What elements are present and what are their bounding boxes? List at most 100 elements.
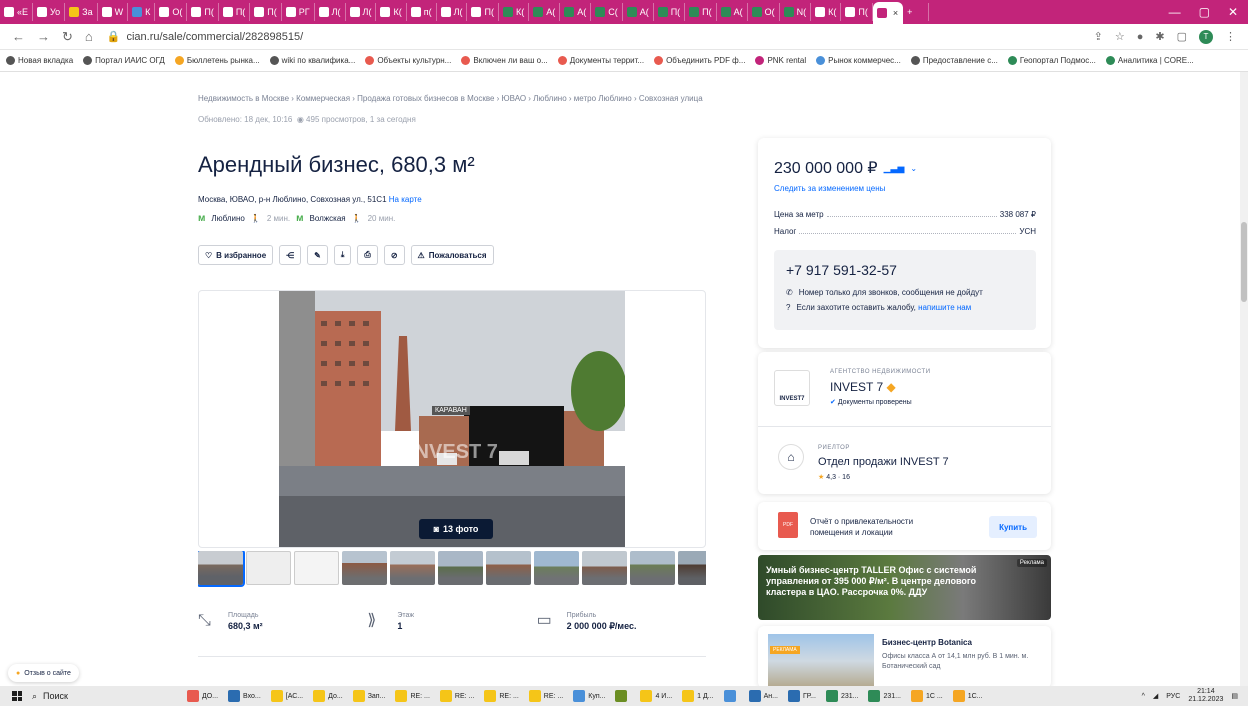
taskbar-app[interactable]: ДО... <box>182 687 223 705</box>
browser-tab[interactable]: А( <box>623 3 654 21</box>
download-button[interactable]: ⤓ <box>333 245 352 265</box>
url-field[interactable]: 🔒 cian.ru/sale/commercial/282898515/ <box>107 30 1094 44</box>
network-icon[interactable]: ◢ <box>1153 692 1158 700</box>
favorite-button[interactable]: ♡ В избранное <box>198 245 274 265</box>
browser-tab[interactable]: К( <box>811 3 842 21</box>
taskbar-app[interactable]: До... <box>308 687 348 705</box>
browser-tab[interactable]: П( <box>467 3 499 21</box>
main-photo[interactable]: КАРАВАН INVEST 7 ◙ 13 фото <box>198 290 706 548</box>
scrollbar-thumb[interactable] <box>1241 222 1247 302</box>
taskbar-app[interactable] <box>610 687 635 705</box>
bookmark-item[interactable]: Бюллетень рынка... <box>174 56 260 66</box>
minimize-icon[interactable]: — <box>1169 5 1181 19</box>
browser-tab[interactable]: «Е <box>0 3 34 21</box>
ad-banner[interactable]: Умный бизнес-центр TALLER Офис с системо… <box>758 555 1051 620</box>
print-button[interactable]: ⎙ <box>357 245 378 265</box>
taskbar-app[interactable]: 231... <box>821 687 864 705</box>
star-icon[interactable]: ☆ <box>1115 30 1125 43</box>
hide-button[interactable]: ⊘ <box>383 245 405 265</box>
close-icon[interactable]: ✕ <box>1228 5 1238 19</box>
buy-report-button[interactable]: Купить <box>989 516 1037 538</box>
taskbar-app[interactable]: RE: ... <box>435 687 479 705</box>
bookmark-item[interactable]: Аналитика | CORE... <box>1105 56 1194 66</box>
browser-tab[interactable]: К( <box>376 3 407 21</box>
browser-tab[interactable]: А( <box>717 3 748 21</box>
taskbar-app[interactable] <box>719 687 744 705</box>
notifications-icon[interactable]: ▤ <box>1231 692 1238 700</box>
browser-tab[interactable]: п( <box>407 3 437 21</box>
bookmark-item[interactable]: PNK rental <box>755 56 806 66</box>
taskbar-app[interactable]: RE: ... <box>479 687 523 705</box>
breadcrumb[interactable]: Недвижимость в Москве › Коммерческая › П… <box>198 94 703 103</box>
sidebar-icon[interactable]: ▢ <box>1177 30 1187 43</box>
bookmark-item[interactable]: Геопортал Подмос... <box>1007 56 1096 66</box>
browser-tab[interactable]: П( <box>841 3 873 21</box>
thumbnail[interactable] <box>678 551 706 585</box>
bookmark-item[interactable]: Портал ИАИС ОГД <box>83 56 165 66</box>
taskbar-app[interactable]: Ан... <box>744 687 783 705</box>
realtor-name[interactable]: Отдел продажи INVEST 7 <box>818 456 949 468</box>
agency-logo[interactable]: INVEST7 <box>774 370 810 406</box>
browser-tab[interactable]: П( <box>685 3 717 21</box>
photo-count-button[interactable]: ◙ 13 фото <box>419 519 493 539</box>
taskbar-app[interactable]: ГР... <box>783 687 821 705</box>
taskbar-app[interactable]: 1С ... <box>906 687 948 705</box>
browser-tab[interactable]: О( <box>155 3 188 21</box>
taskbar-app[interactable]: 4 И... <box>635 687 677 705</box>
map-link[interactable]: На карте <box>389 195 422 204</box>
taskbar-app[interactable]: [АС... <box>266 687 308 705</box>
back-icon[interactable]: ← <box>12 29 25 45</box>
reload-icon[interactable]: ↻ <box>62 29 73 45</box>
browser-tab[interactable]: РГ <box>282 3 315 21</box>
taskbar-app[interactable]: 231... <box>863 687 906 705</box>
share-button[interactable]: ⋲ <box>279 245 302 265</box>
browser-tab[interactable]: П( <box>187 3 219 21</box>
complain-button[interactable]: ⚠ Пожаловаться <box>410 245 494 265</box>
taskbar-app[interactable]: Вхо... <box>223 687 266 705</box>
bookmark-item[interactable]: Предоставление с... <box>910 56 998 66</box>
ad-card[interactable]: РЕКЛАМА Бизнес-центр Botanica Офисы клас… <box>758 626 1051 688</box>
chevron-up-icon[interactable]: ^ <box>1142 693 1145 700</box>
bookmark-item[interactable]: Рынок коммерчес... <box>816 56 901 66</box>
bookmark-item[interactable]: wiki по квалифика... <box>269 56 355 66</box>
price-chart-icon[interactable]: ▁▃▅ <box>884 163 905 174</box>
chevron-down-icon[interactable]: ⌄ <box>910 164 917 173</box>
follow-price-link[interactable]: Следить за изменением цены <box>774 184 885 193</box>
browser-tab[interactable]: С( <box>591 3 623 21</box>
browser-tab[interactable]: П( <box>654 3 686 21</box>
forward-icon[interactable]: → <box>37 29 50 45</box>
taskbar-app[interactable]: Куп... <box>568 687 610 705</box>
thumbnail[interactable] <box>438 551 483 585</box>
taskbar-app[interactable]: 1 Д... <box>677 687 718 705</box>
browser-tab[interactable]: Л( <box>315 3 346 21</box>
profile-avatar[interactable]: T <box>1199 29 1213 44</box>
thumbnail[interactable] <box>534 551 579 585</box>
browser-tab[interactable]: О( <box>748 3 780 21</box>
taskbar-app[interactable]: Зап... <box>348 687 391 705</box>
browser-tab[interactable]: Уо <box>33 3 66 21</box>
feedback-button[interactable]: ● Отзыв о сайте <box>8 664 79 682</box>
browser-tab[interactable]: За <box>65 3 98 21</box>
note-button[interactable]: ✎ <box>307 245 328 265</box>
new-tab-button[interactable]: + <box>903 3 930 21</box>
realtor-avatar[interactable]: ⌂ <box>778 444 804 470</box>
browser-tab[interactable]: Л( <box>346 3 377 21</box>
browser-tab[interactable]: П( <box>219 3 251 21</box>
bookmark-item[interactable]: Новая вкладка <box>6 56 73 66</box>
menu-icon[interactable]: ⋮ <box>1225 30 1236 43</box>
browser-tab[interactable]: N( <box>780 3 812 21</box>
bookmark-item[interactable]: Объекты культурн... <box>365 56 451 66</box>
thumbnail[interactable] <box>198 551 245 587</box>
bookmark-item[interactable]: Объединить PDF ф... <box>654 56 745 66</box>
thumbnail[interactable] <box>486 551 531 585</box>
browser-tab[interactable]: П( <box>250 3 282 21</box>
home-icon[interactable]: ⌂ <box>85 29 93 45</box>
taskbar-app[interactable]: RE: ... <box>524 687 568 705</box>
browser-tab[interactable]: А( <box>560 3 592 21</box>
phone-number[interactable]: +7 917 591-32-57 <box>786 262 1024 278</box>
bookmark-item[interactable]: Включен ли ваш о... <box>461 56 548 66</box>
thumbnail[interactable] <box>294 551 339 585</box>
windows-start-icon[interactable] <box>12 691 22 701</box>
taskbar-app[interactable]: RE: ... <box>390 687 434 705</box>
browser-tab[interactable]: W <box>98 3 129 21</box>
